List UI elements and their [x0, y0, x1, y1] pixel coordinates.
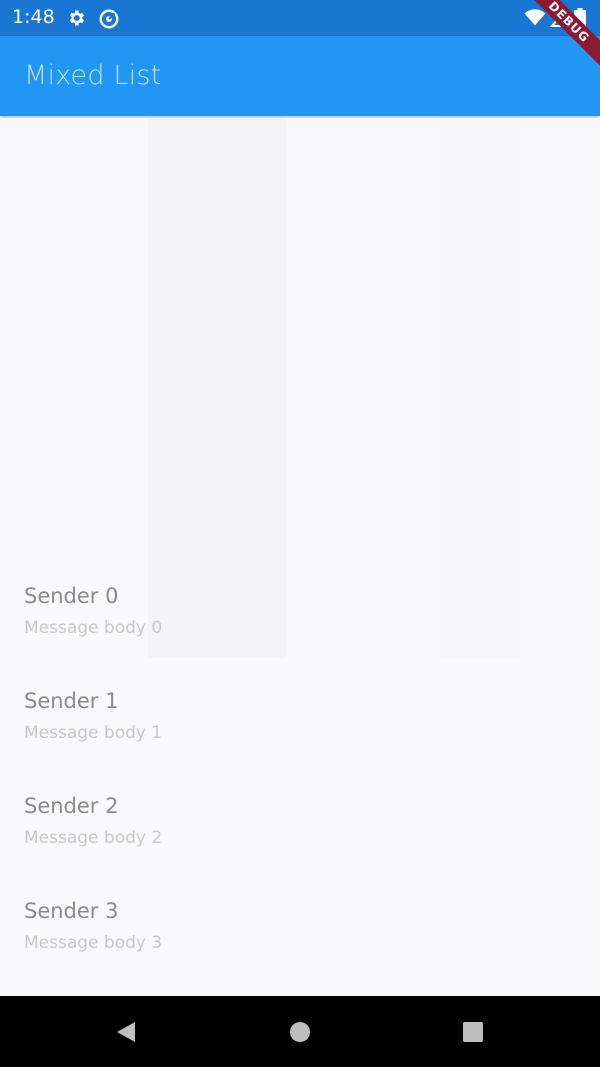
message-list: Sender 0 Message body 0 Sender 1 Message… [0, 576, 600, 996]
home-icon[interactable] [284, 1016, 316, 1048]
gear-icon [66, 8, 86, 28]
list-item[interactable]: Sender 2 Message body 2 [0, 786, 600, 891]
list-item[interactable]: Sender 0 Message body 0 [0, 576, 600, 681]
list-item[interactable]: Sender 3 Message body 3 [0, 891, 600, 996]
status-time: 1:48 [12, 6, 55, 28]
list-item[interactable]: Sender 1 Message body 1 [0, 681, 600, 786]
list-item-sender: Sender 3 [24, 899, 119, 923]
list-item-body: Message body 2 [24, 828, 163, 848]
debug-banner-container: DEBUG [510, 0, 600, 90]
recents-icon[interactable] [457, 1016, 489, 1048]
sync-icon [98, 8, 119, 29]
list-content[interactable]: Sender 0 Message body 0 Sender 1 Message… [0, 118, 600, 996]
back-icon[interactable] [110, 1016, 142, 1048]
list-item-sender: Sender 1 [24, 689, 119, 713]
list-item-body: Message body 0 [24, 618, 163, 638]
list-item-sender: Sender 0 [24, 584, 119, 608]
list-item-body: Message body 3 [24, 933, 163, 953]
debug-banner: DEBUG [516, 0, 600, 75]
system-nav-bar [0, 996, 600, 1067]
list-item-body: Message body 1 [24, 723, 163, 743]
list-item-sender: Sender 2 [24, 794, 119, 818]
page-title: Mixed List [24, 60, 162, 91]
